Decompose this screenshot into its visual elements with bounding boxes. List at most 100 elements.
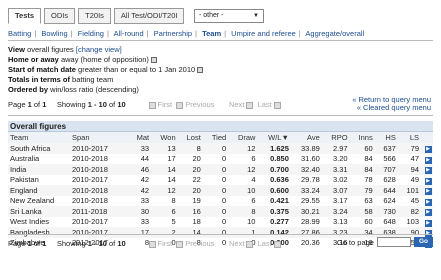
row-details-icon[interactable]: ▶ bbox=[424, 177, 432, 185]
col-mat[interactable]: Mat bbox=[130, 132, 154, 143]
stat-cell: 638 bbox=[376, 227, 400, 238]
first-page-link[interactable]: First bbox=[158, 100, 173, 109]
stat-cell: 33.89 bbox=[292, 143, 324, 154]
pager-top: Page 1 of 1 Showing 1 - 10 of 10 First P… bbox=[8, 100, 283, 109]
stat-cell: 0 bbox=[204, 227, 231, 238]
other-format-select[interactable]: - other - ▼ bbox=[194, 9, 264, 23]
previous-page-link[interactable]: Previous bbox=[185, 100, 214, 109]
stat-cell: 2010-2018 bbox=[72, 154, 108, 164]
previous-page-link[interactable]: Previous bbox=[185, 239, 214, 248]
subnav-partnership[interactable]: Partnership bbox=[154, 29, 192, 38]
col-draw[interactable]: Draw bbox=[230, 132, 260, 143]
stat-cell: 648 bbox=[383, 217, 396, 227]
home-away-value: away (home of opposition) bbox=[60, 55, 149, 64]
stat-cell: 20 bbox=[179, 164, 205, 175]
first-page-link[interactable]: First bbox=[158, 239, 173, 248]
stat-type-nav: Batting | Bowling | Fielding | All-round | P… bbox=[8, 29, 365, 38]
stat-cell: 58 bbox=[351, 206, 377, 217]
row-details-icon[interactable]: ▶ bbox=[424, 188, 432, 196]
subnav-bowling[interactable]: Bowling bbox=[41, 29, 67, 38]
stat-cell: 637 bbox=[376, 143, 400, 154]
other-format-select-value: - other - bbox=[199, 12, 224, 19]
row-details-icon[interactable]: ▶ bbox=[424, 156, 432, 164]
subnav-all-round[interactable]: All-round bbox=[114, 29, 144, 38]
last-page-icon bbox=[273, 101, 281, 109]
cleared-query-link[interactable]: Cleared query menu bbox=[363, 103, 431, 112]
subnav-batting[interactable]: Batting bbox=[8, 29, 31, 38]
goto-page-button[interactable]: Go bbox=[413, 237, 433, 247]
row-details-icon[interactable]: ▶ bbox=[424, 146, 432, 154]
col-go bbox=[423, 132, 433, 143]
last-page-link[interactable]: Last bbox=[258, 100, 272, 109]
subnav-fielding[interactable]: Fielding bbox=[78, 29, 104, 38]
col-rpo[interactable]: RPO bbox=[323, 132, 352, 143]
remove-filter-icon[interactable] bbox=[150, 57, 157, 64]
table-row: South Africa 2010-2017 33 13 8 0 12 1.625 33.89 2… bbox=[8, 143, 433, 154]
stat-cell: 2010-2017 bbox=[70, 143, 130, 154]
totals-value: batting team bbox=[72, 75, 114, 84]
remove-filter-icon[interactable] bbox=[197, 67, 204, 74]
subnav-umpire[interactable]: Umpire and referee bbox=[231, 29, 296, 38]
table-row: West Indies 2010-2017 33 5 18 0 10 0.277 28.99 3.… bbox=[8, 217, 433, 228]
col-won[interactable]: Won bbox=[153, 132, 180, 143]
col-ave[interactable]: Ave bbox=[292, 132, 324, 143]
overall-figures-panel: Overall figures Team Span Mat Won Lost T… bbox=[8, 121, 433, 248]
next-page-icon bbox=[246, 101, 254, 109]
col-hs[interactable]: HS bbox=[376, 132, 400, 143]
tab-odis[interactable]: ODIs bbox=[44, 8, 76, 24]
results-table: Team Span Mat Won Lost Tied Draw W/L▼ Av… bbox=[8, 132, 433, 248]
next-page-link[interactable]: Next bbox=[229, 239, 244, 248]
stat-cell: 0.850 bbox=[270, 154, 289, 164]
start-date-value: greater than or equal to 1 Jan 2010 bbox=[78, 65, 196, 74]
next-page-link[interactable]: Next bbox=[229, 100, 244, 109]
stat-cell: 0 bbox=[204, 143, 231, 154]
table-row: India 2010-2018 46 14 20 0 12 0.700 32.40 3.31 84 7… bbox=[8, 164, 433, 175]
row-details-icon[interactable]: ▶ bbox=[424, 198, 432, 206]
stat-cell: 46 bbox=[130, 164, 154, 175]
stat-cell: 33 bbox=[140, 196, 150, 206]
col-span[interactable]: Span bbox=[70, 132, 130, 143]
last-page-link[interactable]: Last bbox=[258, 239, 272, 248]
stat-cell: 34 bbox=[351, 227, 377, 238]
stat-cell: 19 bbox=[192, 196, 201, 206]
col-lost[interactable]: Lost bbox=[179, 132, 205, 143]
tab-t20is[interactable]: T20Is bbox=[78, 8, 111, 24]
row-details-cell: ▶ bbox=[423, 143, 433, 154]
row-details-icon[interactable]: ▶ bbox=[424, 219, 432, 227]
subnav-team[interactable]: Team bbox=[202, 29, 221, 38]
stat-cell: 707 bbox=[376, 164, 400, 175]
tab-all-formats[interactable]: All Test/ODI/T20I bbox=[113, 8, 185, 24]
team-name-cell: South Africa bbox=[8, 143, 70, 154]
stat-cell: 84 bbox=[351, 164, 377, 175]
view-label: View bbox=[8, 45, 25, 54]
stat-cell: 16 bbox=[179, 206, 205, 217]
subnav-aggregate[interactable]: Aggregate/overall bbox=[305, 29, 364, 38]
stat-cell: 8 bbox=[230, 206, 260, 217]
stat-cell: 6 bbox=[251, 196, 256, 206]
stat-cell: 90 bbox=[399, 227, 423, 238]
stat-cell: 17 bbox=[130, 227, 154, 238]
stat-cell: 1 bbox=[230, 227, 260, 238]
col-inns[interactable]: Inns bbox=[351, 132, 377, 143]
change-view-link[interactable]: [change view] bbox=[76, 45, 122, 54]
stat-cell: 10 bbox=[247, 217, 256, 227]
col-wl[interactable]: W/L▼ bbox=[259, 132, 293, 143]
tab-tests[interactable]: Tests bbox=[8, 8, 42, 24]
goto-page-input[interactable] bbox=[376, 237, 411, 247]
row-details-cell: ▶ bbox=[423, 206, 433, 217]
row-details-icon[interactable]: ▶ bbox=[424, 209, 432, 217]
stat-cell: 14 bbox=[167, 175, 176, 185]
table-row: Sri Lanka 2011-2018 30 6 16 0 8 0.375 30.21 3.24 5… bbox=[8, 206, 433, 217]
stat-cell: 63 bbox=[364, 196, 373, 206]
col-team[interactable]: Team bbox=[8, 132, 70, 143]
col-tied[interactable]: Tied bbox=[204, 132, 231, 143]
return-arrow-icon: « bbox=[352, 95, 357, 104]
stat-cell: 0 bbox=[204, 206, 231, 217]
stat-cell: 628 bbox=[383, 175, 396, 185]
row-details-icon[interactable]: ▶ bbox=[424, 167, 432, 175]
stat-cell: 0.600 bbox=[259, 185, 293, 196]
stat-cell: 13 bbox=[153, 143, 180, 154]
totals-label: Totals in terms of bbox=[8, 75, 70, 84]
col-ls[interactable]: LS bbox=[399, 132, 423, 143]
stat-cell: 3.17 bbox=[332, 196, 348, 206]
